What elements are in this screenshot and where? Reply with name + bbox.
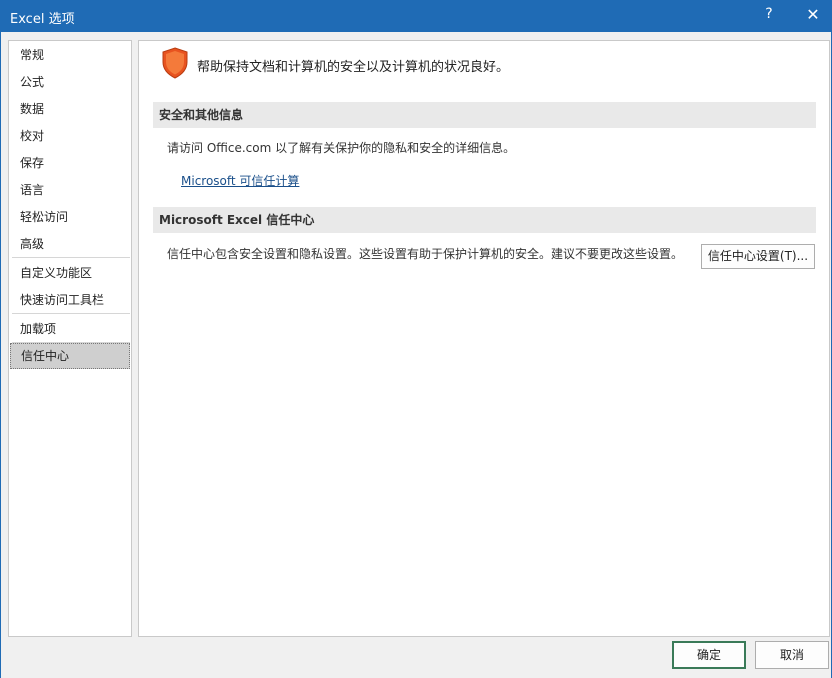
help-button[interactable]: ?	[762, 6, 776, 22]
window-frame-left	[0, 32, 1, 678]
sidebar-item-quick-access-toolbar[interactable]: 快速访问工具栏	[10, 287, 130, 313]
sidebar-item-add-ins[interactable]: 加载项	[10, 316, 130, 342]
title-bar: Excel 选项 ? ✕	[0, 0, 832, 32]
trust-center-panel: 帮助保持文档和计算机的安全以及计算机的状况良好。 安全和其他信息 请访问 Off…	[138, 40, 830, 637]
window-title: Excel 选项	[10, 12, 75, 27]
privacy-section-header: 安全和其他信息	[153, 102, 816, 128]
sidebar-item-data[interactable]: 数据	[10, 96, 130, 122]
sidebar-divider	[12, 313, 130, 314]
shield-icon	[162, 47, 188, 79]
sidebar-item-accessibility[interactable]: 轻松访问	[10, 204, 130, 230]
sidebar-item-trust-center[interactable]: 信任中心	[10, 343, 130, 369]
close-button[interactable]: ✕	[805, 5, 821, 24]
privacy-info-text: 请访问 Office.com 以了解有关保护你的隐私和安全的详细信息。	[167, 141, 516, 155]
options-sidebar: 常规 公式 数据 校对 保存 语言 轻松访问 高级 自定义功能区 快速访问工具栏…	[8, 40, 132, 637]
trustworthy-computing-link[interactable]: Microsoft 可信任计算	[181, 172, 299, 189]
sidebar-item-proofing[interactable]: 校对	[10, 123, 130, 149]
sidebar-item-formulas[interactable]: 公式	[10, 69, 130, 95]
sidebar-item-language[interactable]: 语言	[10, 177, 130, 203]
sidebar-item-advanced[interactable]: 高级	[10, 231, 130, 257]
sidebar-item-save[interactable]: 保存	[10, 150, 130, 176]
ok-button[interactable]: 确定	[672, 641, 746, 669]
trust-center-info-text: 信任中心包含安全设置和隐私设置。这些设置有助于保护计算机的安全。建议不要更改这些…	[167, 247, 684, 261]
sidebar-item-general[interactable]: 常规	[10, 42, 130, 68]
sidebar-divider	[12, 257, 130, 258]
cancel-button[interactable]: 取消	[755, 641, 829, 669]
intro-text: 帮助保持文档和计算机的安全以及计算机的状况良好。	[197, 60, 510, 75]
sidebar-item-customize-ribbon[interactable]: 自定义功能区	[10, 260, 130, 286]
trust-center-section-header: Microsoft Excel 信任中心	[153, 207, 816, 233]
trust-center-settings-button[interactable]: 信任中心设置(T)...	[701, 244, 815, 269]
